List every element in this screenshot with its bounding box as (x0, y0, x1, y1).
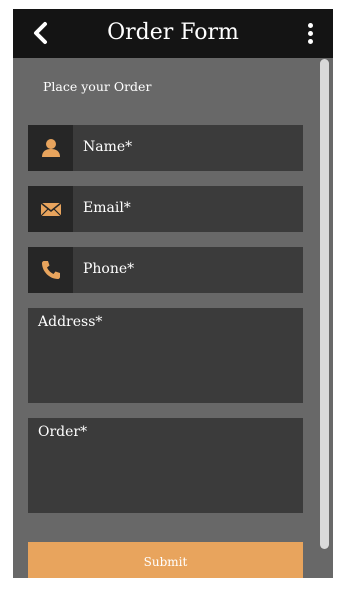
form-heading: Place your Order (43, 79, 152, 94)
submit-button[interactable]: Submit (28, 542, 303, 578)
email-icon-box (28, 186, 73, 232)
phone-icon (42, 261, 60, 279)
name-icon-box (28, 125, 73, 171)
phone-icon-box (28, 247, 73, 293)
scrollbar[interactable] (320, 59, 329, 549)
user-icon (42, 139, 60, 157)
phone-placeholder: Phone* (83, 261, 135, 277)
address-placeholder: Address* (38, 314, 103, 330)
order-textarea[interactable]: Order* (28, 418, 303, 513)
phone-field[interactable]: Phone* (28, 247, 303, 293)
overflow-menu-button[interactable] (303, 21, 319, 47)
email-placeholder: Email* (83, 200, 131, 216)
page-title: Order Form (107, 20, 239, 45)
top-app-bar: Order Form (13, 9, 333, 58)
mail-icon (40, 202, 62, 217)
order-placeholder: Order* (38, 424, 88, 440)
name-placeholder: Name* (83, 139, 133, 155)
email-field[interactable]: Email* (28, 186, 303, 232)
app-screen: Order Form Place your Order Name* Email*… (13, 9, 333, 578)
address-textarea[interactable]: Address* (28, 308, 303, 403)
name-field[interactable]: Name* (28, 125, 303, 171)
